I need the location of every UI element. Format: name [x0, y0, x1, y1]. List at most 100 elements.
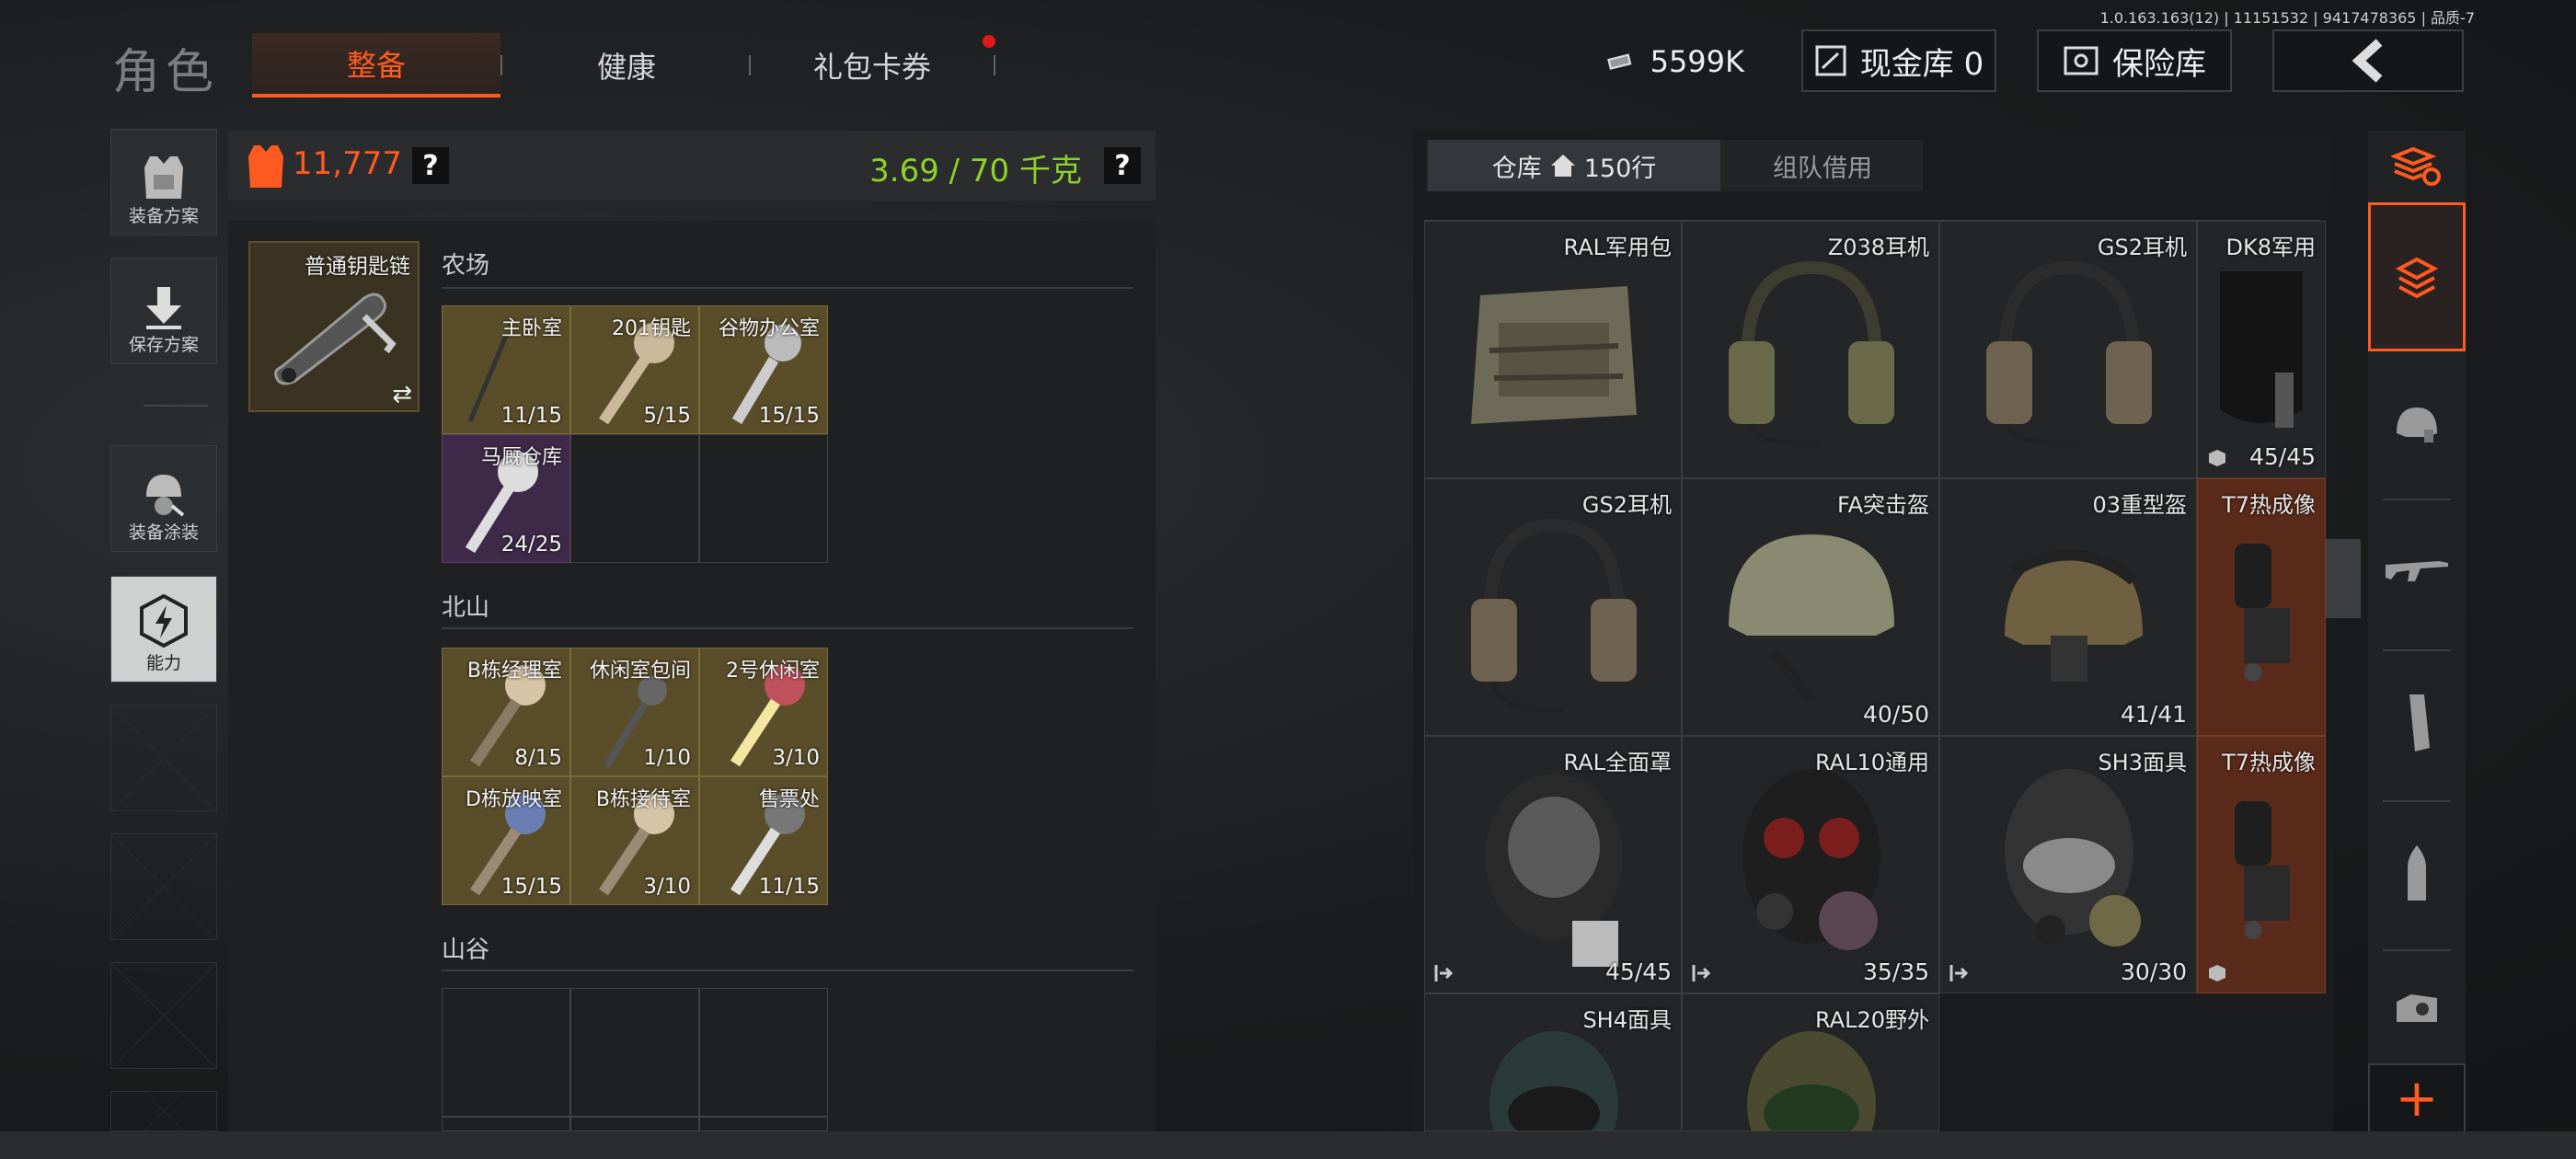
- tab-divider: [994, 55, 995, 75]
- exit-icon: [1692, 965, 1711, 981]
- sight-icon: [2397, 994, 2437, 1022]
- storage-item[interactable]: GS2耳机: [1424, 478, 1682, 736]
- empty-key-slot[interactable]: [699, 434, 828, 563]
- key-count: 3/10: [772, 746, 820, 770]
- storage-item[interactable]: SH3面具 30/30: [1939, 736, 2197, 993]
- empty-key-slot[interactable]: [699, 1117, 828, 1131]
- storage-item[interactable]: 03重型盔 41/41: [1939, 478, 2197, 736]
- key-item[interactable]: D栋放映室 15/15: [442, 776, 570, 905]
- weight-display: 3.69 / 70 千克: [869, 153, 1082, 189]
- thermal-scope-icon: [2235, 544, 2290, 682]
- back-button[interactable]: [2272, 29, 2464, 92]
- key-item[interactable]: 2号休闲室 3/10: [699, 648, 828, 776]
- rail-divider: [2383, 949, 2451, 951]
- add-category-button[interactable]: +: [2368, 1063, 2466, 1133]
- box-icon: [2209, 965, 2225, 981]
- sidebar-item-abilities[interactable]: 能力: [110, 576, 217, 683]
- key-item[interactable]: 售票处 11/15: [699, 776, 828, 905]
- helmet-paint-icon: [146, 475, 185, 517]
- gas-mask-icon: [1747, 1031, 1876, 1130]
- key-item[interactable]: B栋接待室 3/10: [570, 776, 699, 905]
- storage-item[interactable]: RAL20野外: [1682, 993, 1939, 1131]
- key-name: 休闲室包间: [589, 660, 691, 683]
- sort-stack-button[interactable]: [2368, 131, 2466, 202]
- category-magazines[interactable]: [2368, 666, 2466, 780]
- key-item[interactable]: 谷物办公室 15/15: [699, 305, 828, 434]
- key-item[interactable]: 休闲室包间 1/10: [570, 648, 699, 776]
- cash-vault-button[interactable]: 现金库 0: [1801, 29, 1996, 92]
- home-icon: [1550, 155, 1575, 177]
- exit-icon: [1434, 965, 1454, 981]
- storage-item[interactable]: RAL全面罩 45/45: [1424, 736, 1682, 993]
- lightning-hex-icon: [140, 593, 188, 648]
- storage-item[interactable]: Z038耳机: [1682, 221, 1939, 478]
- category-all[interactable]: [2368, 202, 2466, 351]
- tab-gift-coupons[interactable]: 礼包卡券: [751, 33, 994, 98]
- tab-health[interactable]: 健康: [502, 33, 751, 98]
- armor-vest-icon: [248, 145, 283, 188]
- money-amount: 5599K: [1650, 44, 1744, 79]
- sidebar-item-save-plan[interactable]: 保存方案: [110, 258, 217, 364]
- category-helmets[interactable]: [2368, 368, 2466, 482]
- key-count: 11/15: [500, 404, 562, 428]
- keychain-slot[interactable]: 普通钥匙链 ⇄: [248, 241, 420, 412]
- storage-item[interactable]: FA突击盔 40/50: [1682, 478, 1939, 736]
- key-item[interactable]: 马厩仓库 24/25: [442, 434, 570, 563]
- empty-key-slot[interactable]: [442, 988, 570, 1117]
- category-weapons[interactable]: [2368, 515, 2466, 629]
- rail-divider: [2383, 800, 2451, 802]
- loadout-header: 11,777 ? 3.69 / 70 千克 ?: [228, 131, 1156, 201]
- storage-scrollbar[interactable]: [2326, 539, 2361, 618]
- weight-help-button[interactable]: ?: [1104, 147, 1141, 184]
- safe-box-button[interactable]: 保险库: [2037, 29, 2232, 92]
- warehouse-rows: 150行: [1583, 154, 1657, 183]
- empty-key-slot[interactable]: [570, 988, 699, 1117]
- storage-item[interactable]: SH4面具: [1424, 993, 1682, 1131]
- tab-team-borrow[interactable]: 组队借用: [1724, 140, 1921, 191]
- helmet-icon: [2397, 407, 2437, 442]
- bullet-icon: [2408, 845, 2426, 901]
- category-ammo[interactable]: [2368, 817, 2466, 931]
- storage-item[interactable]: RAL军用包: [1424, 221, 1682, 478]
- key-count: 11/15: [758, 875, 820, 899]
- sidebar-empty-slot: [110, 962, 217, 1069]
- tab-warehouse[interactable]: 仓库 150行: [1428, 140, 1720, 191]
- swap-icon[interactable]: ⇄: [392, 381, 412, 408]
- empty-key-slot[interactable]: [570, 1117, 699, 1131]
- layers-icon: [2396, 257, 2438, 299]
- key-name: 2号休闲室: [726, 660, 820, 683]
- storage-item[interactable]: DK8军用 45/45: [2197, 221, 2326, 478]
- item-name: RAL20野外: [1814, 1007, 1929, 1033]
- empty-key-slot[interactable]: [699, 988, 828, 1117]
- key-name: B栋接待室: [595, 788, 691, 811]
- page-title: 角色: [112, 45, 220, 100]
- magazine-icon: [2409, 694, 2430, 752]
- key-item[interactable]: 201钥匙 5/15: [570, 305, 699, 434]
- storage-item[interactable]: RAL10通用 35/35: [1682, 736, 1939, 993]
- safe-icon: [2064, 46, 2099, 75]
- tab-loadout[interactable]: 整备: [252, 33, 500, 98]
- category-sights[interactable]: [2368, 964, 2466, 1056]
- bottom-bar: [0, 1131, 2576, 1159]
- sidebar-divider: [144, 405, 208, 407]
- section-title-farm: 农场: [442, 252, 490, 280]
- key-item[interactable]: 主卧室 11/15: [442, 305, 570, 434]
- vest-icon: [144, 156, 183, 199]
- storage-item[interactable]: GS2耳机: [1939, 221, 2197, 478]
- backpack-icon: [1471, 286, 1637, 424]
- keychain-icon: [274, 293, 397, 385]
- item-name: RAL全面罩: [1563, 750, 1673, 775]
- armor-help-button[interactable]: ?: [412, 147, 449, 184]
- empty-key-slot[interactable]: [570, 434, 699, 563]
- sidebar-item-gear-skins[interactable]: 装备涂装: [110, 445, 217, 552]
- storage-item[interactable]: T7热成像: [2197, 736, 2326, 993]
- sidebar-item-loadout-plans[interactable]: 装备方案: [110, 129, 217, 235]
- storage-item[interactable]: T7热成像: [2197, 478, 2326, 736]
- armor-plate-icon: [2220, 271, 2303, 428]
- gas-mask-icon: [1485, 774, 1623, 967]
- armor-value: 11,777: [293, 145, 402, 182]
- sidebar-item-label: 能力: [145, 653, 181, 673]
- item-count: 30/30: [2120, 958, 2187, 985]
- key-item[interactable]: B栋经理室 8/15: [442, 648, 570, 776]
- empty-key-slot[interactable]: [442, 1117, 570, 1131]
